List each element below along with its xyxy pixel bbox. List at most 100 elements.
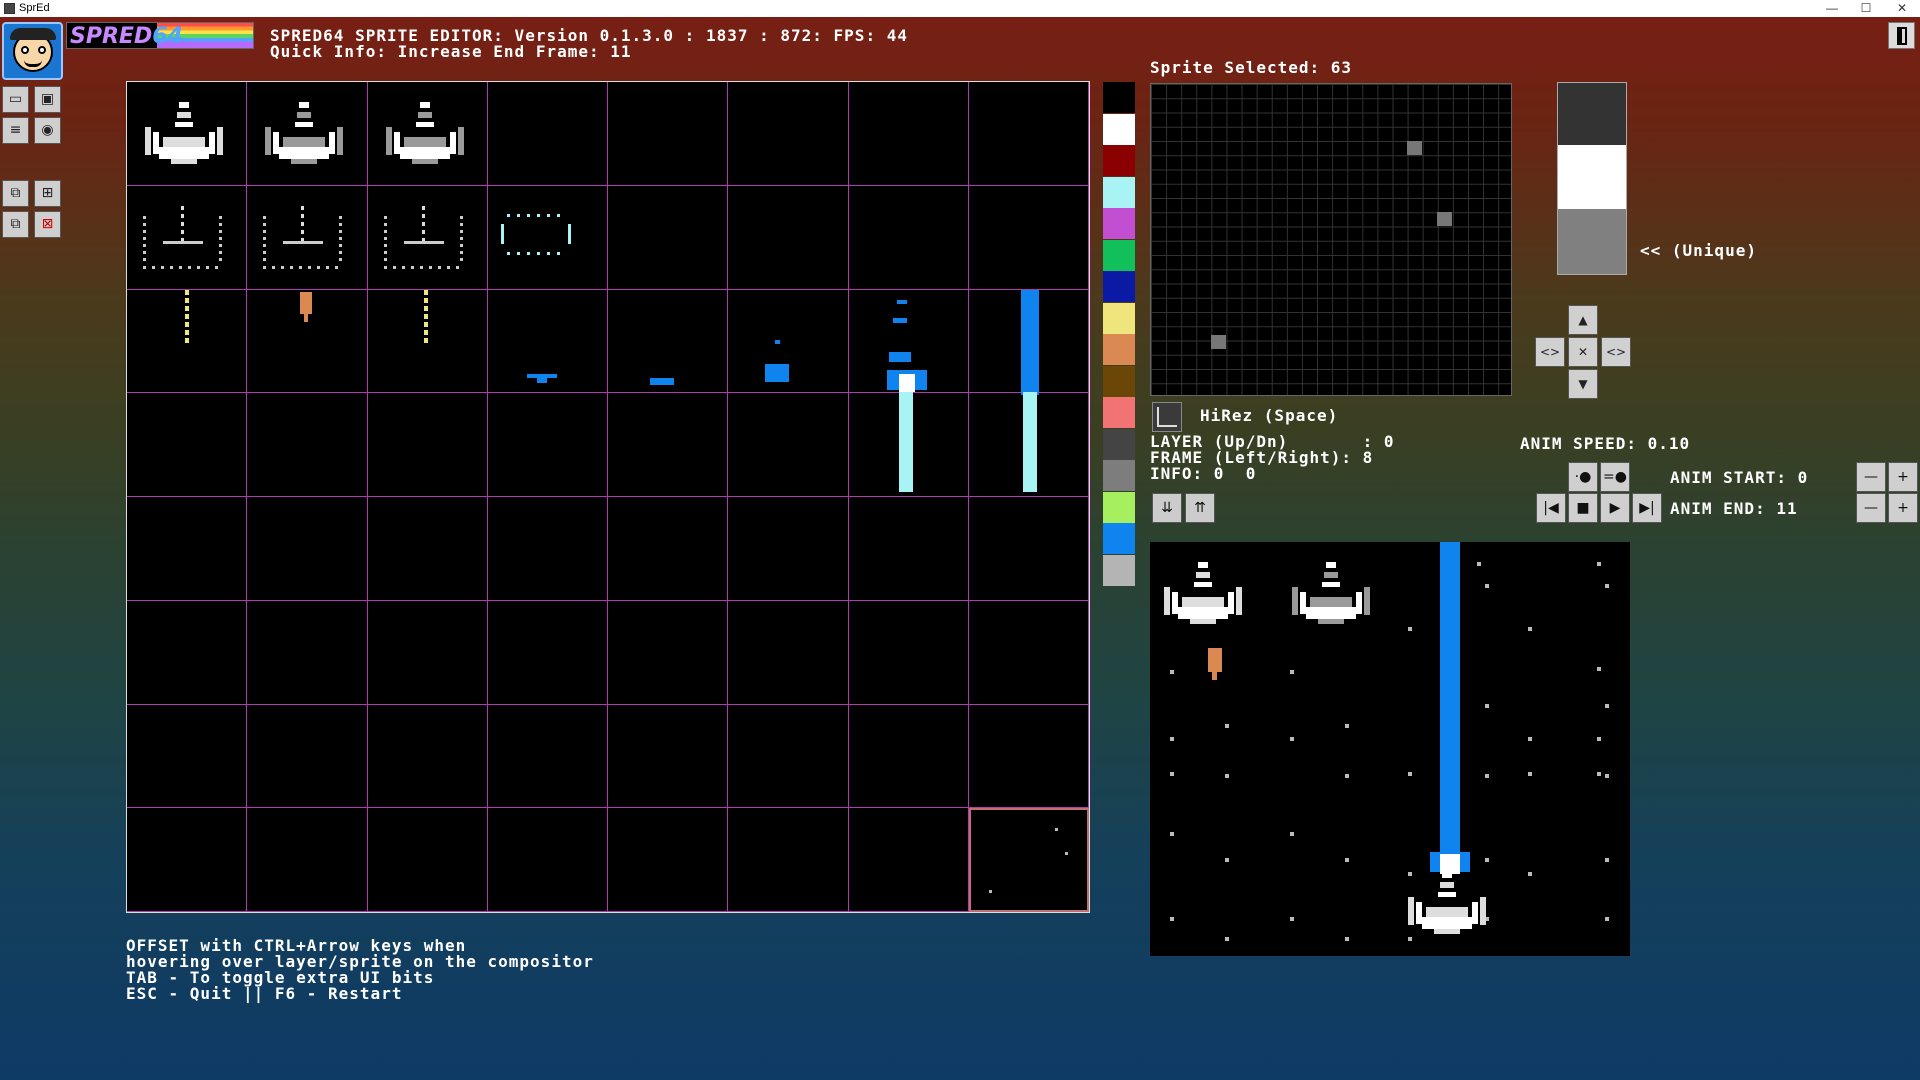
sprite-cell[interactable]	[968, 82, 1089, 186]
sprite-cell[interactable]	[247, 704, 368, 809]
sprite-cell[interactable]	[487, 185, 608, 290]
layer-up-button[interactable]: ⇈	[1185, 493, 1215, 523]
sprite-cell[interactable]	[968, 600, 1089, 705]
sprite-cell[interactable]	[127, 600, 248, 705]
palette-swatch[interactable]	[1103, 460, 1135, 491]
add-sprite-button[interactable]: ⊞	[34, 180, 61, 207]
stop-button[interactable]: ■	[1568, 493, 1598, 523]
palette-swatch[interactable]	[1103, 113, 1135, 145]
maximize-button[interactable]: ☐	[1850, 0, 1882, 17]
frame-mode-button[interactable]: =●	[1600, 462, 1630, 492]
sprite-cell[interactable]	[247, 600, 368, 705]
shift-up-button[interactable]: ▲	[1568, 305, 1598, 335]
sprite-cell[interactable]	[848, 808, 969, 912]
sprite-cell[interactable]	[127, 393, 248, 497]
pixel-editor[interactable]	[1150, 83, 1512, 396]
sprite-cell[interactable]	[367, 497, 488, 601]
sprite-cell[interactable]	[487, 808, 608, 912]
anim-start-plus-button[interactable]: +	[1888, 462, 1918, 492]
palette-swatch[interactable]	[1103, 82, 1135, 113]
last-frame-button[interactable]: ▶|	[1632, 493, 1662, 523]
sprite-cell[interactable]	[608, 185, 729, 290]
color-slot-2[interactable]	[1558, 209, 1626, 274]
onion-skin-button[interactable]: ·●	[1568, 462, 1598, 492]
close-button[interactable]: ✕	[1886, 0, 1918, 17]
sprite-cell[interactable]	[608, 497, 729, 601]
sprite-cell[interactable]	[728, 497, 849, 601]
new-sheet-button[interactable]: ▭	[2, 86, 29, 113]
view-button[interactable]: ◉	[34, 117, 61, 144]
palette-swatch[interactable]	[1103, 397, 1135, 428]
sprite-cell[interactable]	[247, 808, 368, 912]
anim-end-plus-button[interactable]: +	[1888, 493, 1918, 523]
palette-swatch[interactable]	[1103, 365, 1135, 397]
shift-right-button[interactable]: <>	[1601, 337, 1631, 367]
sprite-cell[interactable]	[728, 82, 849, 186]
sprite-cell[interactable]	[487, 600, 608, 705]
palette-swatch[interactable]	[1103, 334, 1135, 365]
sprite-cell[interactable]	[728, 704, 849, 809]
copy-button[interactable]: ⧉	[2, 180, 29, 207]
sprite-cell[interactable]	[968, 808, 1089, 912]
anim-start-minus-button[interactable]: —	[1856, 462, 1886, 492]
current-colors[interactable]	[1557, 82, 1627, 275]
anim-end-minus-button[interactable]: —	[1856, 493, 1886, 523]
compositor-preview[interactable]	[1150, 542, 1630, 956]
sprite-cell[interactable]	[127, 497, 248, 601]
first-frame-button[interactable]: |◀	[1536, 493, 1566, 523]
color-slot-1[interactable]	[1558, 145, 1626, 209]
minimize-button[interactable]: —	[1816, 0, 1848, 17]
sprite-cell[interactable]	[968, 185, 1089, 290]
sprite-cell[interactable]	[848, 185, 969, 290]
sprite-cell[interactable]	[367, 704, 488, 809]
play-button[interactable]: ▶	[1600, 493, 1630, 523]
palette-swatch[interactable]	[1103, 176, 1135, 208]
save-button[interactable]: ▣	[34, 86, 61, 113]
palette-swatch[interactable]	[1103, 428, 1135, 460]
panel-toggle-button[interactable]	[1888, 22, 1915, 49]
sprite-cell[interactable]	[247, 393, 368, 497]
sprite-sheet[interactable]	[126, 81, 1090, 913]
sprite-cell[interactable]	[728, 185, 849, 290]
shift-down-button[interactable]: ▼	[1568, 369, 1598, 399]
sprite-cell[interactable]	[728, 600, 849, 705]
sprite-cell[interactable]	[247, 497, 368, 601]
layer-down-button[interactable]: ⇊	[1152, 493, 1182, 523]
flip-button[interactable]: ✕	[1568, 337, 1598, 367]
export-button[interactable]: ≡	[2, 117, 29, 144]
palette-swatch[interactable]	[1103, 208, 1135, 239]
sprite-cell[interactable]	[608, 704, 729, 809]
sprite-cell[interactable]	[367, 808, 488, 912]
sprite-cell[interactable]	[487, 393, 608, 497]
palette-swatch[interactable]	[1103, 271, 1135, 302]
sprite-cell[interactable]	[487, 497, 608, 601]
palette-swatch[interactable]	[1103, 491, 1135, 523]
sprite-cell[interactable]	[608, 82, 729, 186]
sprite-cell[interactable]	[367, 393, 488, 497]
delete-button[interactable]: ⊠	[34, 211, 61, 238]
sprite-cell[interactable]	[968, 704, 1089, 809]
palette-swatch[interactable]	[1103, 302, 1135, 334]
sprite-cell[interactable]	[728, 808, 849, 912]
sprite-cell[interactable]	[608, 808, 729, 912]
sprite-cell[interactable]	[848, 82, 969, 186]
sprite-cell[interactable]	[848, 704, 969, 809]
sprite-cell[interactable]	[968, 497, 1089, 601]
sprite-cell[interactable]	[848, 600, 969, 705]
sprite-cell[interactable]	[848, 497, 969, 601]
paste-button[interactable]: ⧉	[2, 211, 29, 238]
color-slot-0[interactable]	[1558, 83, 1626, 145]
palette-swatch[interactable]	[1103, 145, 1135, 176]
palette-swatch[interactable]	[1103, 523, 1135, 554]
palette-swatch[interactable]	[1103, 554, 1135, 586]
sprite-cell[interactable]	[127, 704, 248, 809]
hirez-toggle-button[interactable]	[1152, 402, 1182, 432]
sprite-cell[interactable]	[487, 704, 608, 809]
sprite-cell[interactable]	[487, 82, 608, 186]
sprite-cell[interactable]	[608, 393, 729, 497]
shift-left-button[interactable]: <>	[1535, 337, 1565, 367]
sprite-cell[interactable]	[608, 600, 729, 705]
sprite-cell[interactable]	[728, 393, 849, 497]
sprite-cell[interactable]	[127, 808, 248, 912]
sprite-cell[interactable]	[367, 600, 488, 705]
